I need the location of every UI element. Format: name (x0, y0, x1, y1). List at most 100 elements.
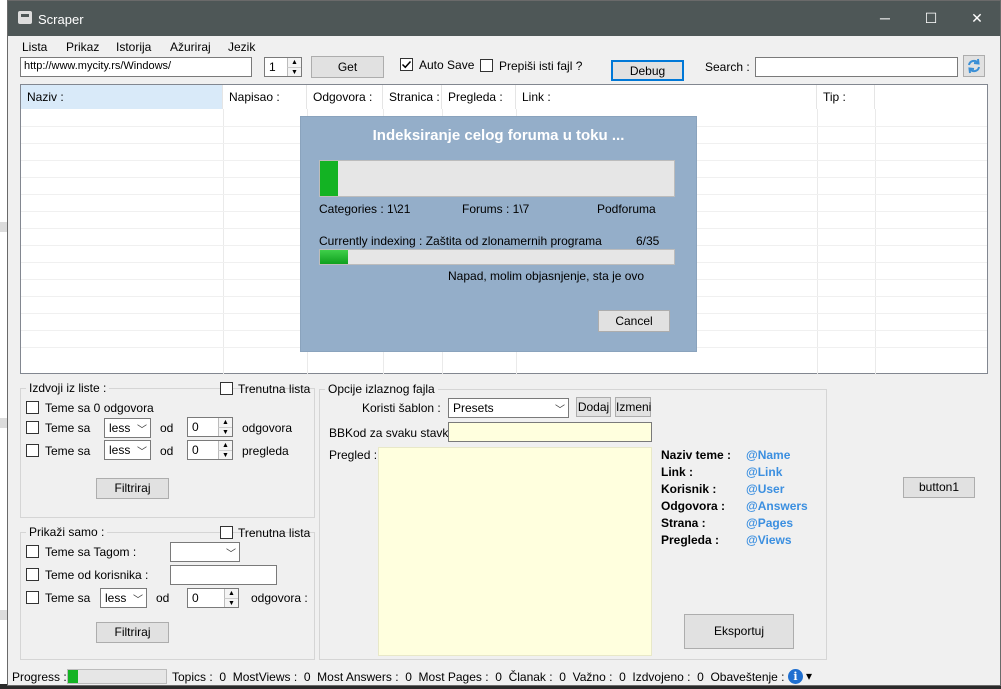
show-answers-operator-value: less (105, 591, 127, 605)
auto-save-checkbox[interactable] (400, 58, 413, 71)
column-header-naziv[interactable]: Naziv : (21, 85, 223, 109)
app-icon (18, 11, 32, 24)
tag-filter-checkbox[interactable] (26, 545, 39, 558)
menu-istorija[interactable]: Istorija (116, 40, 151, 54)
extract-answers-operator-select[interactable]: less ﹀ (104, 418, 151, 438)
overwrite-label: Prepiši isti fajl ? (499, 59, 583, 73)
menu-prikaz[interactable]: Prikaz (66, 40, 99, 54)
show-current-list-checkbox[interactable] (220, 526, 233, 539)
stepper-down-icon[interactable]: ▼ (218, 450, 232, 459)
stepper-down-icon[interactable]: ▼ (287, 67, 301, 76)
get-button[interactable]: Get (311, 56, 384, 78)
extract-filter-button[interactable]: Filtriraj (96, 478, 169, 499)
info-icon[interactable]: i (788, 669, 803, 684)
stepper-down-icon[interactable]: ▼ (218, 427, 232, 436)
tag-pages-value[interactable]: @Pages (746, 516, 793, 530)
user-filter-checkbox[interactable] (26, 568, 39, 581)
add-template-button[interactable]: Dodaj (576, 397, 611, 417)
extract-views-stepper[interactable]: 0 ▲ ▼ (187, 440, 233, 460)
show-answers-prefix: Teme sa (45, 591, 91, 605)
maximize-button[interactable]: ☐ (908, 1, 954, 36)
tag-answers-label: Odgovora : (661, 499, 726, 513)
bbcode-input[interactable] (448, 422, 652, 442)
menu-jezik[interactable]: Jezik (228, 40, 255, 54)
chevron-down-icon: ﹀ (133, 595, 143, 606)
button1[interactable]: button1 (903, 477, 975, 498)
extract-views-checkbox[interactable] (26, 444, 39, 457)
preview-area[interactable] (378, 447, 652, 656)
screen: Scraper ─ ☐ ✕ Lista Prikaz Istorija Ažur… (0, 0, 1001, 689)
close-button[interactable]: ✕ (954, 1, 1000, 36)
overall-progress-bar (319, 160, 675, 197)
extract-answers-prefix: Teme sa (45, 421, 91, 435)
show-answers-checkbox[interactable] (26, 591, 39, 604)
tag-filter-label: Teme sa Tagom : (45, 545, 137, 559)
chevron-down-icon: ﹀ (137, 425, 147, 436)
minimize-button[interactable]: ─ (862, 1, 908, 36)
stepper-up-icon[interactable]: ▲ (218, 441, 232, 450)
tag-pages-label: Strana : (661, 516, 706, 530)
overwrite-checkbox[interactable] (480, 59, 493, 72)
current-count: 6/35 (636, 234, 660, 248)
show-answers-stepper[interactable]: 0 ▲ ▼ (187, 588, 239, 608)
show-only-group-title: Prikaži samo : (26, 525, 108, 539)
menu-bar: Lista Prikaz Istorija Ažuriraj Jezik (8, 36, 1000, 56)
search-input[interactable] (755, 57, 958, 77)
extract-current-list-checkbox[interactable] (220, 382, 233, 395)
tag-name-value[interactable]: @Name (746, 448, 790, 462)
stepper-down-icon[interactable]: ▼ (224, 598, 238, 607)
tag-link-label: Link : (661, 465, 693, 479)
extract-answers-stepper[interactable]: 0 ▲ ▼ (187, 417, 233, 437)
tag-views-label: Pregleda : (661, 533, 720, 547)
title-bar[interactable]: Scraper ─ ☐ ✕ (8, 1, 1000, 36)
column-header-tip[interactable]: Tip : (817, 85, 875, 109)
search-label: Search : (705, 60, 750, 74)
url-input[interactable]: http://www.mycity.rs/Windows/ (20, 57, 252, 77)
current-indexing-label: Currently indexing : Zaštita od zlonamer… (319, 234, 602, 248)
extract-answers-od: od (160, 421, 174, 435)
show-answers-operator-select[interactable]: less ﹀ (100, 588, 147, 608)
show-filter-button[interactable]: Filtriraj (96, 622, 169, 643)
template-select[interactable]: Presets ﹀ (448, 398, 569, 418)
cancel-button[interactable]: Cancel (598, 310, 670, 332)
menu-azuriraj[interactable]: Ažuriraj (170, 40, 211, 54)
refresh-button[interactable] (963, 55, 985, 77)
tag-answers-value[interactable]: @Answers (746, 499, 808, 513)
export-button[interactable]: Eksportuj (684, 614, 794, 649)
edit-template-button[interactable]: Izmeni (615, 397, 651, 417)
status-counters: Topics : 0 MostViews : 0 Most Answers : … (172, 670, 798, 684)
column-header-link[interactable]: Link : (516, 85, 817, 109)
chevron-down-icon: ﹀ (555, 405, 565, 416)
column-header-napisao[interactable]: Napisao : (223, 85, 307, 109)
chevron-down-icon: ﹀ (226, 549, 236, 560)
extract-answers-checkbox[interactable] (26, 421, 39, 434)
column-header-odgovora[interactable]: Odgovora : (307, 85, 383, 109)
refresh-icon (968, 58, 980, 74)
tag-views-value[interactable]: @Views (746, 533, 792, 547)
extract-views-od: od (160, 444, 174, 458)
user-filter-label: Teme od korisnika : (45, 568, 149, 582)
current-progress-bar (319, 249, 675, 265)
window-title: Scraper (38, 12, 84, 27)
dropdown-arrow-icon[interactable]: ▾ (806, 669, 812, 683)
show-answers-suffix: odgovora : (251, 591, 308, 605)
stepper-up-icon[interactable]: ▲ (224, 589, 238, 598)
column-header-pregleda[interactable]: Pregleda : (442, 85, 516, 109)
zero-answers-checkbox[interactable] (26, 401, 39, 414)
tag-user-value[interactable]: @User (746, 482, 784, 496)
debug-button[interactable]: Debug (611, 60, 684, 81)
extract-views-operator-select[interactable]: less ﹀ (104, 440, 151, 460)
status-progress-bar (67, 669, 167, 684)
tag-select[interactable]: ﹀ (170, 542, 240, 562)
show-answers-od: od (156, 591, 170, 605)
column-header-stranica[interactable]: Stranica : (383, 85, 442, 109)
subforum-label: Podforuma (597, 202, 656, 216)
page-number-stepper[interactable]: 1 ▲ ▼ (264, 57, 302, 77)
menu-lista[interactable]: Lista (22, 40, 47, 54)
stepper-up-icon[interactable]: ▲ (287, 58, 301, 67)
user-filter-input[interactable] (170, 565, 277, 585)
tag-link-value[interactable]: @Link (746, 465, 782, 479)
bbcode-label: BBKod za svaku stavku : (329, 426, 462, 440)
checkmark-icon (401, 60, 412, 69)
stepper-up-icon[interactable]: ▲ (218, 418, 232, 427)
